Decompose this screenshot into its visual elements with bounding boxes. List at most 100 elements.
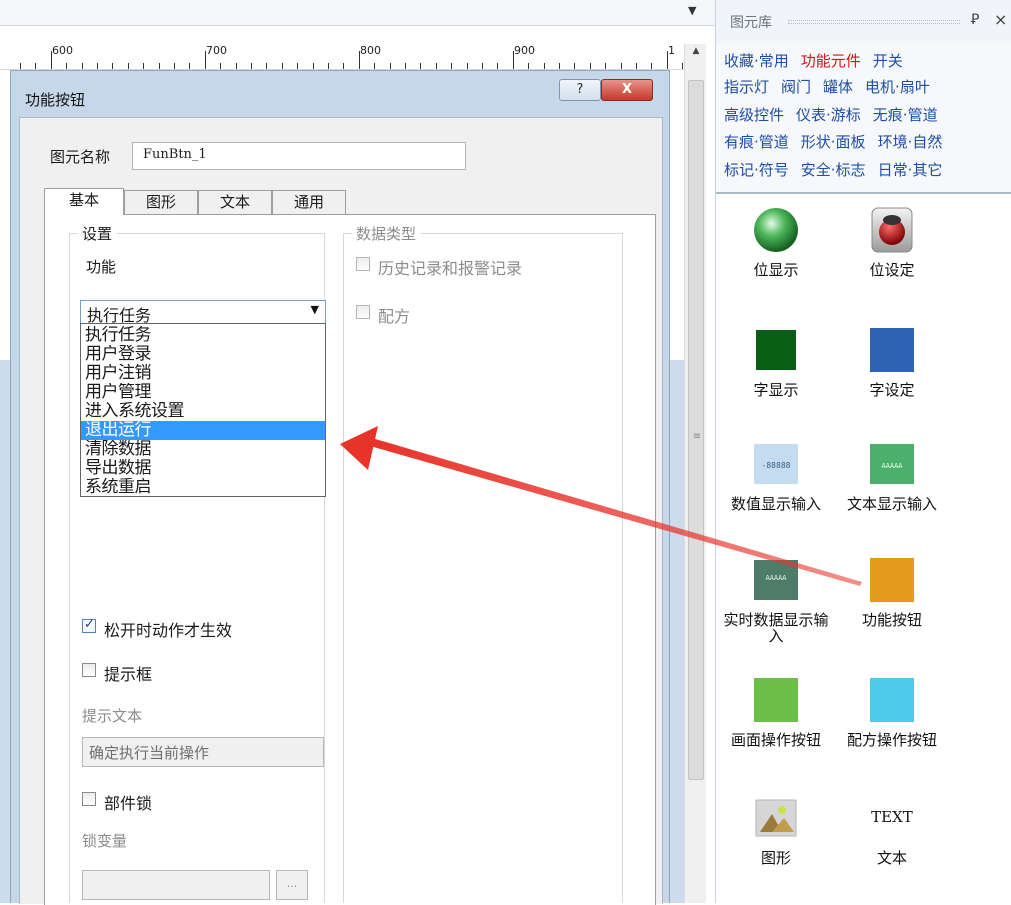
category-favorites[interactable]: 收藏·常用	[724, 52, 789, 70]
library-item-text-io[interactable]: AAAAA 文本显示输入	[836, 440, 948, 512]
option-exit-run[interactable]: 退出运行	[81, 421, 325, 440]
option-execute-task[interactable]: 执行任务	[81, 326, 325, 345]
option-user-logout[interactable]: 用户注销	[81, 364, 325, 383]
option-system-settings[interactable]: 进入系统设置	[81, 402, 325, 421]
scrollbar-thumb[interactable]: ≡	[688, 80, 704, 780]
designer-vertical-scrollbar[interactable]: ▲ ≡	[684, 44, 706, 903]
ruler-label-900: 900	[514, 44, 535, 57]
option-user-management[interactable]: 用户管理	[81, 383, 325, 402]
component-lock-label: 部件锁	[104, 794, 153, 813]
library-item-text[interactable]: TEXT 文本	[836, 794, 948, 866]
option-user-login[interactable]: 用户登录	[81, 345, 325, 364]
ruler-tick	[559, 63, 560, 69]
green-lamp-icon	[754, 208, 798, 252]
tab-graphic[interactable]: 图形	[124, 190, 198, 214]
chevron-down-icon[interactable]: ▼	[688, 4, 696, 17]
category-daily-other[interactable]: 日常·其它	[878, 161, 943, 179]
red-button-icon	[871, 207, 913, 253]
library-item-label: 文本显示输入	[846, 495, 937, 513]
numeric-icon-text: -88888	[762, 461, 791, 470]
category-switch[interactable]: 开关	[873, 52, 903, 70]
library-item-function-button[interactable]: 功能按钮	[836, 556, 948, 628]
ruler-tick	[158, 63, 160, 69]
tab-basic[interactable]: 基本	[44, 188, 124, 215]
ruler-tick	[97, 63, 98, 69]
ruler-tick	[589, 63, 591, 69]
library-item-graphic[interactable]: 图形	[720, 794, 832, 866]
ruler-tick	[543, 63, 545, 69]
designer-top-strip: ▼	[0, 0, 715, 26]
element-name-label: 图元名称	[50, 148, 111, 166]
library-item-word-setting[interactable]: 字设定	[836, 326, 948, 398]
library-item-bit-display[interactable]: 位显示	[720, 206, 832, 278]
library-item-label: 位显示	[753, 261, 799, 279]
ruler-tick	[266, 63, 268, 69]
option-clear-data[interactable]: 清除数据	[81, 440, 325, 459]
text-icon-text: AAAAA	[881, 462, 903, 470]
dropdown-arrow-icon[interactable]: ▼	[311, 303, 319, 316]
category-environment[interactable]: 环境·自然	[878, 133, 943, 151]
tab-text[interactable]: 文本	[198, 190, 272, 214]
ruler-label-600: 600	[52, 44, 73, 57]
ruler-tick	[235, 63, 237, 69]
category-marks-symbols[interactable]: 标记·符号	[724, 161, 789, 179]
category-shape-panel[interactable]: 形状·面板	[801, 133, 866, 151]
library-item-label: 图形	[760, 849, 791, 867]
title-grip	[788, 20, 960, 24]
category-tank[interactable]: 罐体	[823, 78, 853, 96]
element-name-input[interactable]: FunBtn_1	[132, 142, 466, 170]
history-alarm-label: 历史记录和报警记录	[378, 259, 523, 278]
ruler-tick	[666, 51, 668, 69]
option-system-restart[interactable]: 系统重启	[81, 478, 325, 496]
ruler-tick	[66, 63, 68, 69]
category-valve[interactable]: 阀门	[781, 78, 811, 96]
history-alarm-checkbox	[356, 257, 370, 271]
category-seamed-pipe[interactable]: 有痕·管道	[724, 133, 789, 151]
release-action-checkbox[interactable]	[82, 617, 96, 633]
picture-icon	[755, 799, 797, 837]
library-item-label: 数值显示输入	[730, 495, 821, 513]
ruler-label-700: 700	[206, 44, 227, 57]
ruler-tick	[143, 63, 145, 69]
ruler-tick	[127, 63, 129, 69]
category-indicator[interactable]: 指示灯	[724, 78, 769, 96]
category-meter-cursor[interactable]: 仪表·游标	[796, 106, 861, 124]
category-advanced-controls[interactable]: 高级控件	[724, 106, 784, 124]
library-item-word-display[interactable]: 字显示	[720, 326, 832, 398]
ruler-tick	[574, 63, 576, 69]
pin-icon[interactable]: Ꝑ	[971, 12, 979, 28]
option-export-data[interactable]: 导出数据	[81, 459, 325, 478]
prompt-box-checkbox[interactable]	[82, 663, 96, 677]
library-item-label: 配方操作按钮	[846, 731, 937, 749]
realtime-icon-text: AAAAA	[765, 574, 787, 582]
ruler-tick	[374, 63, 376, 69]
library-item-screen-op-button[interactable]: 画面操作按钮	[720, 676, 832, 748]
library-item-label: 功能按钮	[861, 611, 922, 629]
library-title-bar: 图元库 Ꝑ ×	[716, 0, 1011, 44]
help-button[interactable]: ?	[559, 79, 601, 101]
ruler-tick	[204, 51, 206, 69]
ruler-tick	[328, 63, 329, 69]
category-function-elements[interactable]: 功能元件	[801, 52, 861, 70]
ruler-label-1000: 1	[668, 44, 675, 57]
category-row-4: 有痕·管道 形状·面板 环境·自然	[724, 131, 954, 152]
tab-general[interactable]: 通用	[272, 190, 346, 214]
category-seamless-pipe[interactable]: 无痕·管道	[873, 106, 938, 124]
lock-variable-browse-button: ...	[276, 870, 308, 900]
component-lock-checkbox[interactable]	[82, 792, 96, 806]
library-item-recipe-op-button[interactable]: 配方操作按钮	[836, 676, 948, 748]
function-select[interactable]: 执行任务 ▼	[80, 300, 326, 325]
library-item-bit-setting[interactable]: 位设定	[836, 206, 948, 278]
close-icon[interactable]: ×	[994, 10, 1007, 29]
ruler-tick	[50, 51, 52, 69]
library-item-realtime-data[interactable]: AAAAA 实时数据显示输入	[720, 556, 832, 644]
category-motor-fan[interactable]: 电机·扇叶	[865, 78, 930, 96]
blue-square-icon	[870, 328, 914, 372]
scroll-up-icon[interactable]: ▲	[687, 46, 705, 60]
library-item-numeric-io[interactable]: -88888 数值显示输入	[720, 440, 832, 512]
dialog-title: 功能按钮	[25, 91, 86, 109]
settings-legend: 设置	[78, 223, 117, 244]
data-type-group: 数据类型 历史记录和报警记录 配方	[343, 223, 623, 903]
category-safety-signs[interactable]: 安全·标志	[801, 161, 866, 179]
close-button[interactable]: X	[601, 79, 653, 101]
